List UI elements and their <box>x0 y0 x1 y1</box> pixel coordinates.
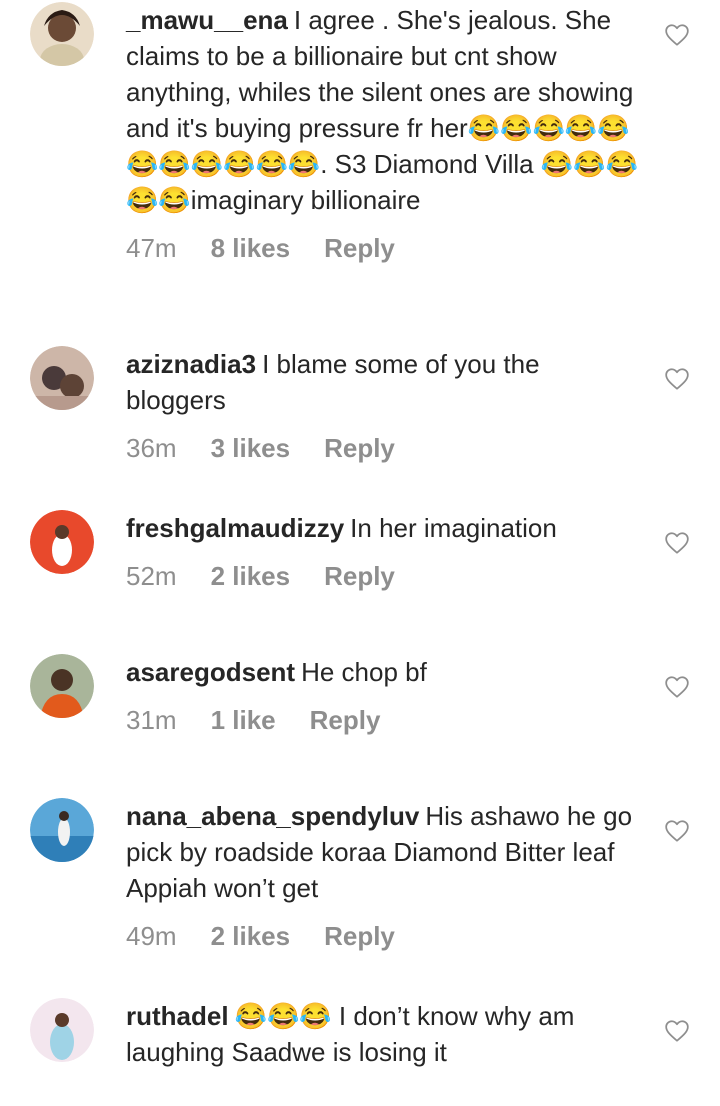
comment-likes[interactable]: 1 like <box>211 704 276 736</box>
reply-button[interactable]: Reply <box>324 432 395 464</box>
comment-username[interactable]: asaregodsent <box>126 657 295 687</box>
avatar[interactable] <box>30 654 94 718</box>
comment-meta: 49m 2 likes Reply <box>126 920 646 952</box>
comment-username[interactable]: aziznadia3 <box>126 349 256 379</box>
comment-time: 31m <box>126 705 177 735</box>
avatar[interactable] <box>30 798 94 862</box>
comment-likes[interactable]: 2 likes <box>211 560 291 592</box>
comment-username[interactable]: _mawu__ena <box>126 5 288 35</box>
reply-button[interactable]: Reply <box>324 232 395 264</box>
comment-content: He chop bf <box>301 657 427 687</box>
comment-body: asaregodsent He chop bf 31m 1 like Reply <box>126 654 646 736</box>
comment-likes[interactable]: 2 likes <box>211 920 291 952</box>
comment-meta: 31m 1 like Reply <box>126 704 646 736</box>
comment-meta: 52m 2 likes Reply <box>126 560 646 592</box>
comment-meta: 47m 8 likes Reply <box>126 232 646 264</box>
comment-time: 49m <box>126 921 177 951</box>
reply-button[interactable]: Reply <box>310 704 381 736</box>
comment-username[interactable]: freshgalmaudizzy <box>126 513 344 543</box>
comment-body: _mawu__ena I agree . She's jealous. She c… <box>126 2 646 264</box>
comment-text: aziznadia3 I blame some of you the blogge… <box>126 346 646 418</box>
heart-outline-icon[interactable] <box>664 1018 690 1044</box>
avatar[interactable] <box>30 510 94 574</box>
heart-outline-icon[interactable] <box>664 818 690 844</box>
avatar[interactable] <box>30 998 94 1062</box>
comment-time: 36m <box>126 433 177 463</box>
comment-likes[interactable]: 8 likes <box>211 232 291 264</box>
comment-username[interactable]: ruthadel <box>126 1001 229 1031</box>
comment-meta: 36m 3 likes Reply <box>126 432 646 464</box>
heart-outline-icon[interactable] <box>664 674 690 700</box>
comment-text: freshgalmaudizzy In her imagination <box>126 510 646 546</box>
reply-button[interactable]: Reply <box>324 920 395 952</box>
comment-text: nana_abena_spendyluv His ashawo he go pic… <box>126 798 646 906</box>
heart-outline-icon[interactable] <box>664 366 690 392</box>
reply-button[interactable]: Reply <box>324 560 395 592</box>
comment-content: In her imagination <box>350 513 557 543</box>
comment-text: asaregodsent He chop bf <box>126 654 646 690</box>
comments-feed: _mawu__ena I agree . She's jealous. She c… <box>0 0 720 1106</box>
comment-text: _mawu__ena I agree . She's jealous. She c… <box>126 2 646 218</box>
avatar[interactable] <box>30 346 94 410</box>
comment-text: ruthadel 😂😂😂 I don’t know why am laughing… <box>126 998 646 1070</box>
comment-body: nana_abena_spendyluv His ashawo he go pic… <box>126 798 646 952</box>
heart-outline-icon[interactable] <box>664 22 690 48</box>
comment-likes[interactable]: 3 likes <box>211 432 291 464</box>
comment-time: 52m <box>126 561 177 591</box>
comment-body: freshgalmaudizzy In her imagination 52m 2… <box>126 510 646 592</box>
comment-content: I agree . She's jealous. She claims to b… <box>126 5 638 215</box>
heart-outline-icon[interactable] <box>664 530 690 556</box>
comment-body: aziznadia3 I blame some of you the blogge… <box>126 346 646 464</box>
comment-body: ruthadel 😂😂😂 I don’t know why am laughing… <box>126 998 646 1070</box>
comment-time: 47m <box>126 233 177 263</box>
avatar[interactable] <box>30 2 94 66</box>
comment-username[interactable]: nana_abena_spendyluv <box>126 801 419 831</box>
